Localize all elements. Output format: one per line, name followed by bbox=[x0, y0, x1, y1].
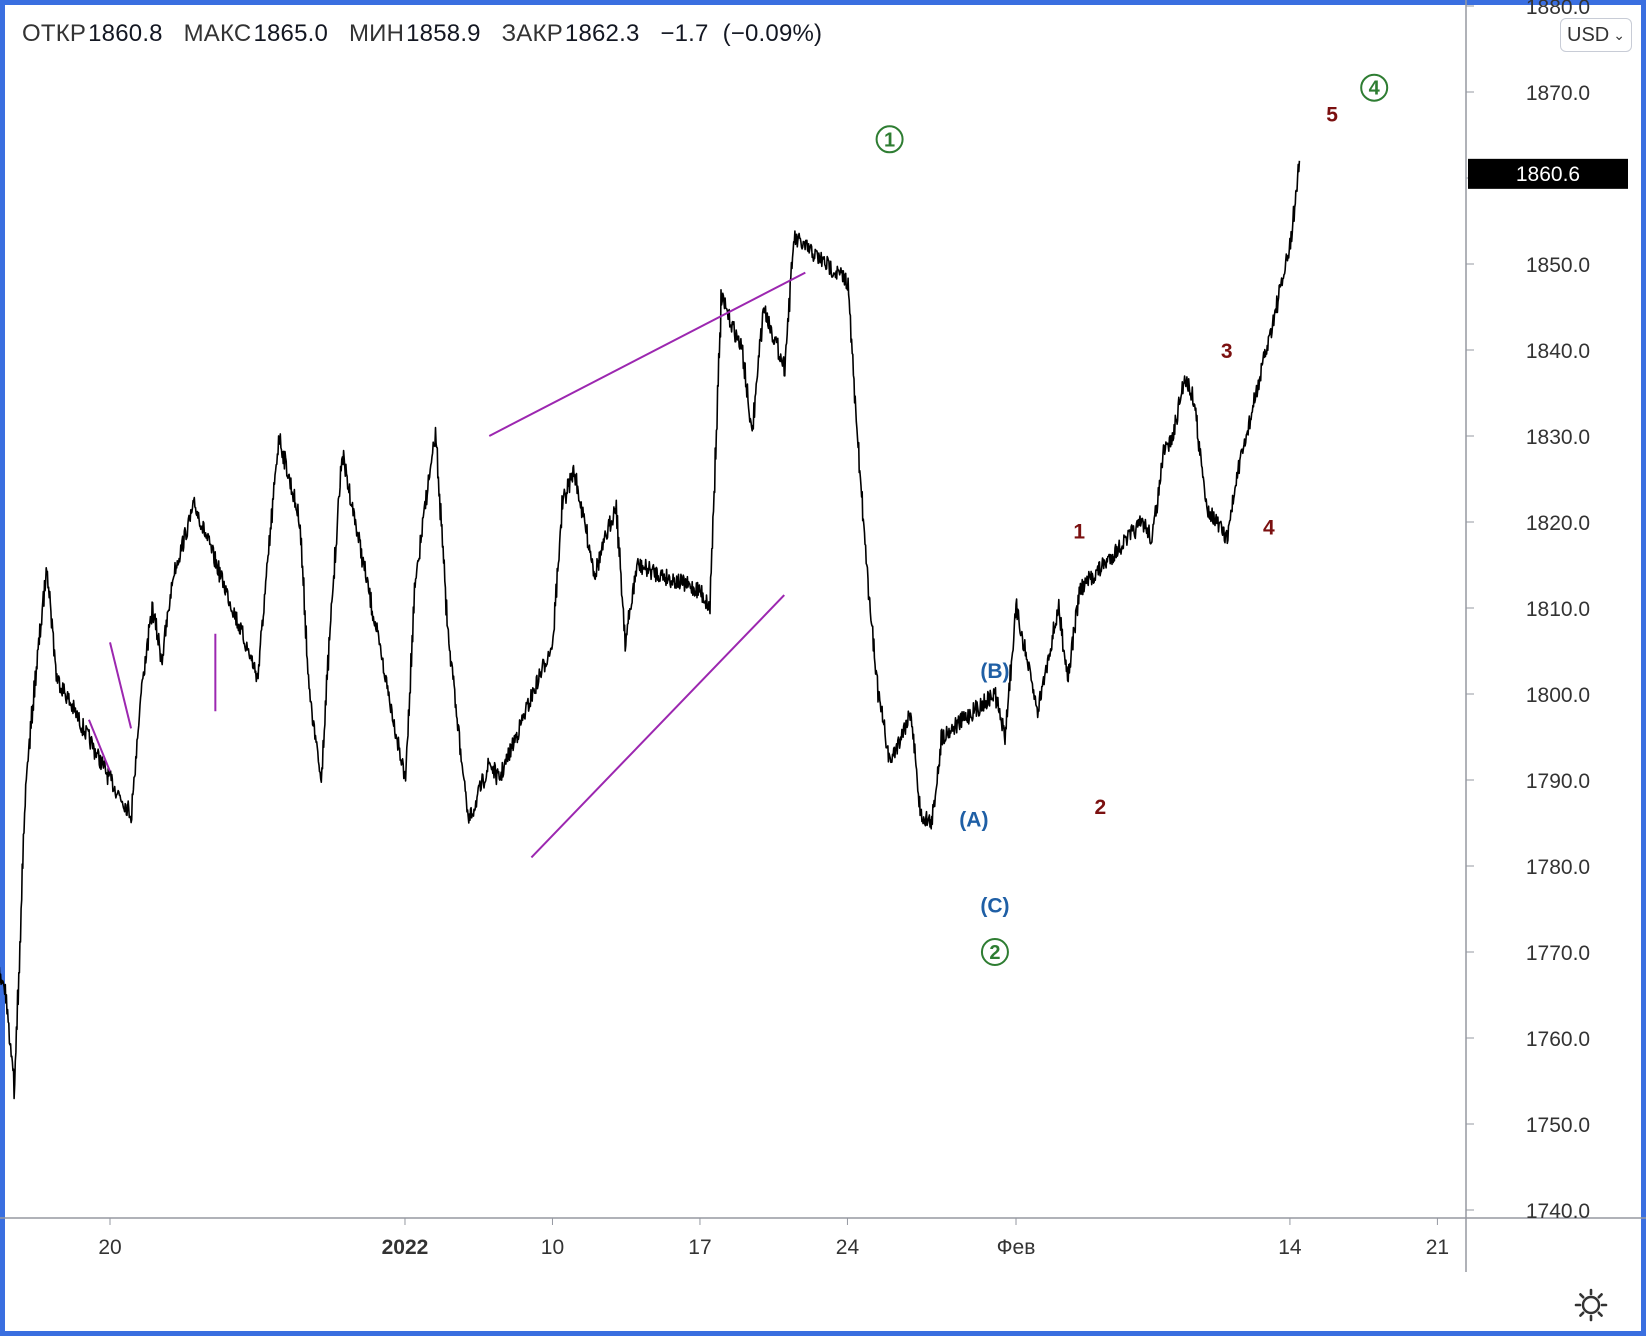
currency-select[interactable]: USD ⌄ bbox=[1560, 18, 1632, 52]
price-series-line bbox=[0, 160, 1301, 1100]
wave-label-2: 2 bbox=[989, 942, 1000, 964]
gear-icon[interactable] bbox=[1574, 1288, 1608, 1322]
wave-label-2: 2 bbox=[1094, 796, 1106, 819]
time-tick-label: 10 bbox=[541, 1236, 564, 1259]
price-tick-label: 1760.0 bbox=[1526, 1028, 1590, 1051]
price-tick-label: 1830.0 bbox=[1526, 426, 1590, 449]
wave-label-C: (C) bbox=[980, 895, 1009, 918]
close-value: 1862.3 bbox=[564, 20, 640, 47]
last-price-label: 1860.6 bbox=[1516, 163, 1580, 186]
price-tick-label: 1800.0 bbox=[1526, 684, 1590, 707]
low-value: 1858.9 bbox=[406, 20, 481, 47]
wave-label-4: 4 bbox=[1369, 78, 1381, 100]
time-tick-label: 17 bbox=[688, 1236, 711, 1259]
currency-label: USD bbox=[1567, 23, 1610, 46]
chevron-down-icon: ⌄ bbox=[1613, 26, 1625, 43]
price-tick-label: 1820.0 bbox=[1526, 512, 1590, 535]
price-tick-label: 1750.0 bbox=[1526, 1114, 1590, 1137]
trendline-lower bbox=[530, 594, 785, 859]
trendline-short-1 bbox=[109, 642, 133, 729]
close-label: ЗАКР bbox=[501, 20, 563, 47]
wave-label-1: 1 bbox=[1073, 521, 1085, 544]
low-label: МИН bbox=[348, 20, 405, 47]
wave-label-B: (B) bbox=[980, 660, 1009, 683]
price-tick-label: 1780.0 bbox=[1526, 856, 1590, 879]
open-value: 1860.8 bbox=[88, 20, 163, 47]
price-chart[interactable]: 1740.0 1750.0 1760.0 1770.0 1780.0 1790.0 1800… bbox=[0, 0, 1646, 1336]
time-tick-label: Фев bbox=[997, 1236, 1036, 1259]
price-tick-label: 1770.0 bbox=[1526, 942, 1590, 965]
ohlc-legend: ОТКР1860.8 МАКС1865.0 МИН1858.9 ЗАКР1862… bbox=[22, 20, 836, 48]
change-value: −1.7 bbox=[660, 20, 709, 47]
price-tick-label: 1880.0 bbox=[1526, 0, 1590, 19]
time-tick-label: 24 bbox=[836, 1236, 860, 1259]
price-tick-label: 1870.0 bbox=[1526, 82, 1590, 105]
time-tick-label: 21 bbox=[1426, 1236, 1449, 1259]
wave-label-3: 3 bbox=[1221, 340, 1233, 363]
wave-label-4: 4 bbox=[1263, 516, 1275, 539]
wave-label-A: (A) bbox=[959, 809, 988, 832]
change-percent: (−0.09%) bbox=[722, 20, 823, 47]
time-tick-label: 2022 bbox=[382, 1236, 429, 1259]
price-tick-label: 1810.0 bbox=[1526, 598, 1590, 621]
high-label: МАКС bbox=[183, 20, 252, 47]
price-tick-label: 1840.0 bbox=[1526, 340, 1590, 363]
wave-label-5: 5 bbox=[1326, 104, 1338, 127]
trendline-upper bbox=[488, 271, 806, 437]
price-tick-label: 1850.0 bbox=[1526, 254, 1590, 277]
high-value: 1865.0 bbox=[253, 20, 329, 47]
price-tick-label: 1740.0 bbox=[1526, 1200, 1590, 1223]
price-tick-label: 1790.0 bbox=[1526, 770, 1590, 793]
time-tick-label: 20 bbox=[98, 1236, 121, 1259]
open-label: ОТКР bbox=[22, 20, 87, 47]
time-tick-label: 14 bbox=[1278, 1236, 1302, 1259]
wave-label-1: 1 bbox=[884, 129, 895, 151]
